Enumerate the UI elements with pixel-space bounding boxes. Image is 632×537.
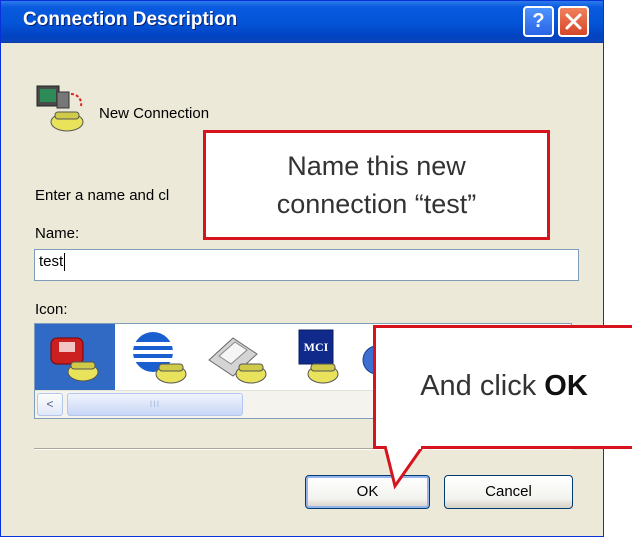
mci-phone-icon[interactable]: MCI <box>279 324 359 390</box>
help-button[interactable]: ? <box>523 6 554 37</box>
name-value: test <box>39 253 64 270</box>
svg-text:MCI: MCI <box>304 340 329 354</box>
window-title: Connection Description <box>23 9 238 30</box>
callout-name-instruction: Name this new connection “test” <box>203 130 550 240</box>
globe-phone-icon[interactable] <box>119 324 199 390</box>
callout-2-bold: OK <box>544 370 588 402</box>
dialog-window: Connection Description ? New Connection … <box>0 0 604 537</box>
close-icon <box>565 13 582 30</box>
title-bar[interactable]: Connection Description ? <box>1 1 603 43</box>
callout-1-line-2: connection “test” <box>276 189 477 219</box>
name-input[interactable]: test <box>34 249 579 281</box>
callout-2-text: And click <box>420 370 545 402</box>
red-phone-icon[interactable] <box>35 324 115 390</box>
close-button[interactable] <box>558 6 589 37</box>
fax-phone-icon[interactable] <box>199 324 279 390</box>
telephone-computer-icon <box>35 84 95 139</box>
scroll-thumb[interactable]: III <box>67 393 243 416</box>
callout-pointer <box>383 446 425 490</box>
scroll-left-button[interactable]: < <box>37 393 63 416</box>
icon-label: Icon: <box>35 301 68 318</box>
callout-1-line-1: Name this new <box>287 151 466 181</box>
callout-click-instruction: And click OK <box>373 325 632 449</box>
connection-label: New Connection <box>99 105 210 122</box>
cancel-button[interactable]: Cancel <box>444 475 573 509</box>
name-label: Name: <box>35 225 80 242</box>
instruction-text: Enter a name and cl <box>35 187 170 204</box>
text-caret <box>64 253 66 272</box>
